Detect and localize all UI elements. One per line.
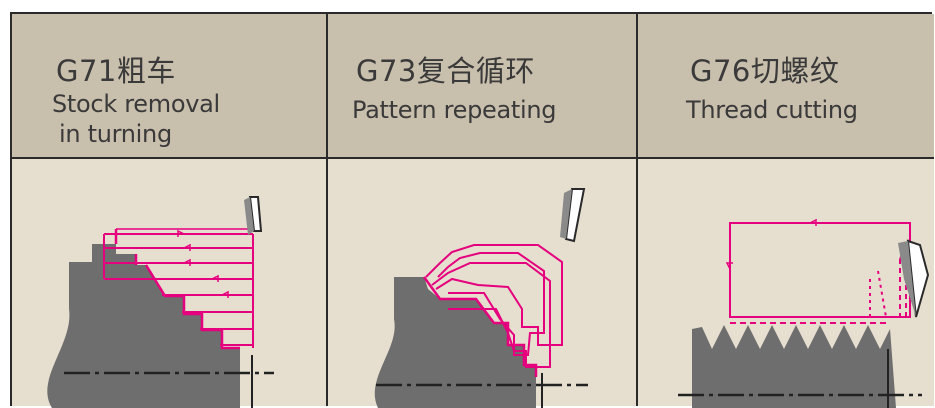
english-label-g76: Thread cutting: [686, 96, 858, 124]
g73-diagram: [374, 188, 588, 408]
header-g76: G76切螺纹 Thread cutting: [638, 14, 934, 159]
tool-path-lines: [725, 218, 911, 324]
column-g71: G71粗车 Stock removal in turning: [12, 14, 328, 408]
workpiece-shape: [47, 244, 240, 408]
code-label-g71: G71粗车: [56, 54, 176, 88]
header-g71: G71粗车 Stock removal in turning: [12, 14, 326, 159]
g71-diagram: [47, 196, 274, 408]
cutting-tool-icon: [560, 188, 586, 243]
g76-diagram: [678, 218, 930, 408]
cutting-tool-icon: [898, 239, 930, 318]
diagram-cell-g76: [638, 159, 934, 408]
code-label-g73: G73复合循环: [356, 54, 535, 88]
english-label-g71-line1: Stock removal: [52, 90, 220, 118]
column-g76: G76切螺纹 Thread cutting: [638, 14, 934, 408]
header-g73: G73复合循环 Pattern repeating: [328, 14, 636, 159]
diagram-cell-g73: [328, 159, 636, 408]
machining-cycles-table: G71粗车 Stock removal in turning G73复合循环 P…: [10, 12, 934, 408]
english-label-g71-line2: in turning: [59, 120, 172, 148]
diagram-cell-g71: [12, 159, 326, 408]
english-label-g73: Pattern repeating: [352, 96, 557, 124]
code-label-g76: G76切螺纹: [690, 54, 840, 88]
column-g73: G73复合循环 Pattern repeating: [328, 14, 638, 408]
